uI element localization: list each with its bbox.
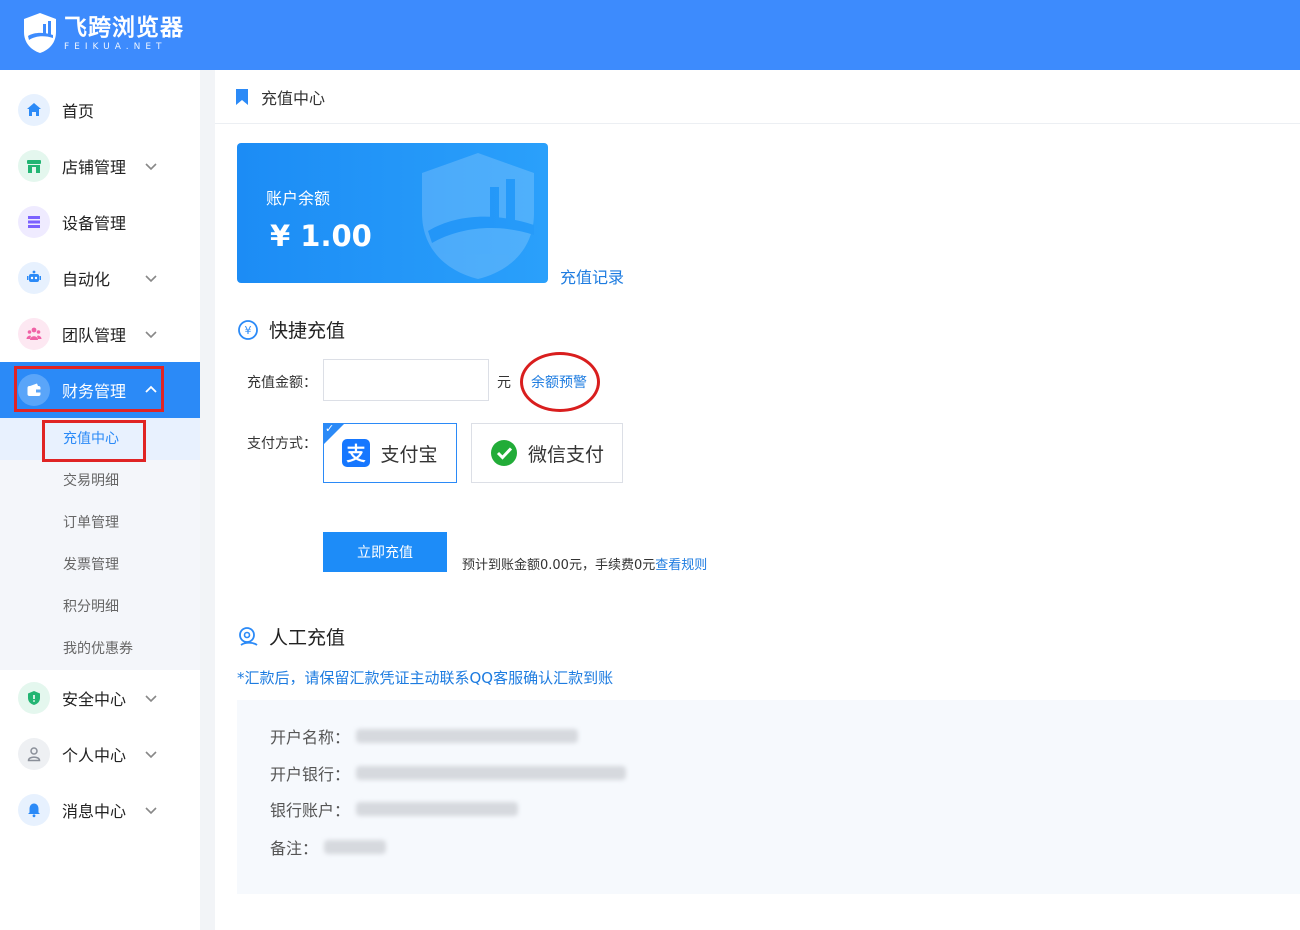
- store-icon: [18, 150, 50, 182]
- sidebar-item-label: 首页: [62, 102, 95, 121]
- bank-row-label: 开户银行：: [270, 765, 351, 784]
- pay-option-wechat[interactable]: 微信支付: [471, 423, 623, 483]
- sidebar-item-label: 团队管理: [62, 326, 127, 345]
- team-icon: [18, 318, 50, 350]
- home-icon: [18, 94, 50, 126]
- sidebar-item-label: 设备管理: [62, 214, 127, 233]
- submenu-transactions[interactable]: 交易明细: [0, 460, 200, 502]
- bank-row-remark: 备注：: [270, 835, 387, 859]
- balance-card: 账户余额 ¥ 1.00: [237, 143, 548, 283]
- chevron-down-icon: [145, 331, 157, 339]
- logo-shield-icon: [24, 13, 56, 53]
- sidebar-item-store[interactable]: 店铺管理: [0, 138, 200, 194]
- submenu-invoices[interactable]: 发票管理: [0, 544, 200, 586]
- sidebar-item-label: 个人中心: [62, 746, 127, 765]
- device-icon: [18, 206, 50, 238]
- bookmark-icon: [236, 88, 248, 105]
- sidebar-item-label: 消息中心: [62, 802, 127, 821]
- svg-text:¥: ¥: [245, 324, 252, 337]
- balance-warning-link[interactable]: 余额预警: [531, 372, 587, 392]
- sidebar-item-label: 店铺管理: [62, 158, 127, 177]
- pay-option-label: 支付宝: [380, 443, 438, 466]
- alipay-icon: 支: [342, 439, 371, 467]
- shield-watermark-icon: [422, 153, 534, 279]
- redacted-value: [356, 802, 519, 816]
- submenu-coupons[interactable]: 我的优惠券: [0, 628, 200, 670]
- pay-option-label: 微信支付: [527, 443, 604, 466]
- breadcrumb: 充值中心: [215, 70, 1300, 124]
- customer-service-icon: [239, 626, 258, 646]
- redacted-value: [324, 840, 387, 854]
- brand-title: 飞跨浏览器: [64, 14, 184, 41]
- submenu-recharge-center[interactable]: 充值中心: [0, 418, 200, 460]
- amount-unit: 元: [497, 375, 511, 391]
- brand-subtitle: FEIKUA.NET: [64, 41, 167, 52]
- sidebar-item-home[interactable]: 首页: [0, 82, 200, 138]
- sidebar-item-label: 安全中心: [62, 690, 127, 709]
- bell-icon: [18, 794, 50, 826]
- balance-label: 账户余额: [266, 189, 331, 208]
- chevron-down-icon: [145, 695, 157, 703]
- bank-row-label: 开户名称：: [270, 728, 351, 747]
- bank-row-label: 备注：: [270, 839, 319, 858]
- payment-method-label: 支付方式：: [247, 436, 317, 452]
- sidebar-item-label: 财务管理: [62, 382, 127, 401]
- wechat-pay-icon: [490, 440, 517, 466]
- sidebar-item-security[interactable]: 安全中心: [0, 670, 200, 726]
- estimate-text: 预计到账金额0.00元，手续费0元查看规则: [462, 554, 707, 573]
- sidebar-item-team[interactable]: 团队管理: [0, 306, 200, 362]
- top-header: 飞跨浏览器 FEIKUA.NET: [0, 0, 1300, 70]
- chevron-down-icon: [145, 751, 157, 759]
- user-icon: [18, 738, 50, 770]
- recharge-now-button[interactable]: 立即充值: [323, 532, 447, 572]
- quick-recharge-title-text: 快捷充值: [269, 320, 346, 342]
- amount-label: 充值金额：: [247, 375, 317, 391]
- bank-row-account-name: 开户名称：: [270, 724, 579, 748]
- sidebar: 首页 店铺管理 设备管理 自动化 团队管理 财务管理 充值中心 交易明细 订单管…: [0, 70, 200, 930]
- sidebar-item-profile[interactable]: 个人中心: [0, 726, 200, 782]
- manual-recharge-title: 人工充值: [237, 623, 345, 650]
- quick-recharge-title: ¥ 快捷充值: [237, 316, 345, 343]
- balance-value: ¥ 1.00: [270, 219, 372, 253]
- bank-info-panel: 开户名称： 开户银行： 银行账户： 备注：: [237, 700, 1300, 894]
- sidebar-item-messages[interactable]: 消息中心: [0, 782, 200, 838]
- wallet-icon: [18, 374, 50, 406]
- amount-input[interactable]: [323, 359, 489, 401]
- sidebar-item-finance[interactable]: 财务管理: [0, 362, 200, 418]
- estimate-amount-text: 预计到账金额0.00元，手续费0元: [462, 558, 656, 573]
- view-rules-link[interactable]: 查看规则: [655, 558, 707, 573]
- bank-row-account-number: 银行账户：: [270, 797, 519, 821]
- recharge-record-link[interactable]: 充值记录: [560, 264, 624, 288]
- shield-icon: [18, 682, 50, 714]
- svg-text:支: 支: [346, 443, 367, 465]
- sidebar-item-label: 自动化: [62, 270, 111, 289]
- brand-logo[interactable]: 飞跨浏览器 FEIKUA.NET: [22, 12, 184, 54]
- yuan-circle-icon: ¥: [238, 319, 258, 340]
- finance-submenu: 充值中心 交易明细 订单管理 发票管理 积分明细 我的优惠券: [0, 418, 200, 670]
- robot-icon: [18, 262, 50, 294]
- bank-row-bank: 开户银行：: [270, 761, 627, 785]
- redacted-value: [356, 729, 579, 743]
- check-icon: ✓: [325, 422, 335, 435]
- submenu-points[interactable]: 积分明细: [0, 586, 200, 628]
- page-title: 充值中心: [261, 88, 326, 108]
- submenu-orders[interactable]: 订单管理: [0, 502, 200, 544]
- bank-row-label: 银行账户：: [270, 801, 351, 820]
- redacted-value: [356, 766, 627, 780]
- chevron-down-icon: [145, 275, 157, 283]
- chevron-down-icon: [145, 807, 157, 815]
- manual-recharge-title-text: 人工充值: [269, 627, 346, 649]
- chevron-down-icon: [145, 163, 157, 171]
- sidebar-item-automation[interactable]: 自动化: [0, 250, 200, 306]
- pay-option-alipay[interactable]: ✓ 支 支付宝: [323, 423, 457, 483]
- remittance-notice: *汇款后，请保留汇款凭证主动联系QQ客服确认汇款到账: [237, 669, 614, 687]
- main-content: 充值中心 账户余额 ¥ 1.00 充值记录 ¥ 快捷充值 充值金额： 元 余额预…: [215, 70, 1300, 930]
- sidebar-item-device[interactable]: 设备管理: [0, 194, 200, 250]
- chevron-up-icon: [145, 385, 157, 393]
